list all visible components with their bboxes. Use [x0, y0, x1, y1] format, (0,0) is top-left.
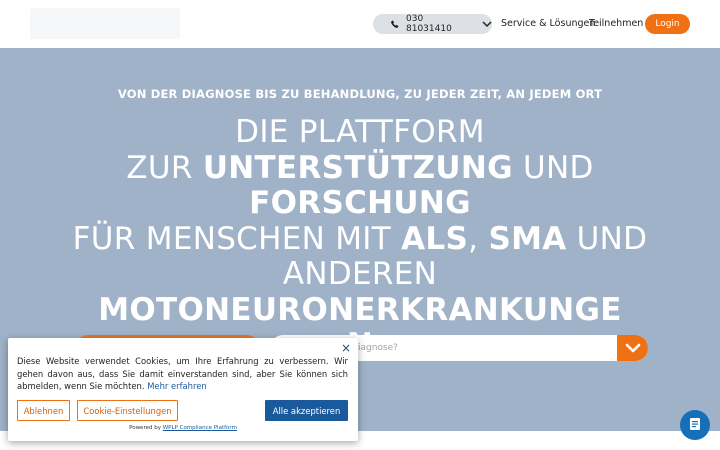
nav-teilnehmen[interactable]: Teilnehmen — [589, 18, 643, 29]
cookie-accept-button[interactable]: Alle akzeptieren — [265, 400, 348, 421]
headline-line-3: FÜR MENSCHEN MIT ALS, SMA UND — [72, 220, 648, 257]
phone-dropdown[interactable]: 030 81031410 — [373, 14, 492, 34]
cookie-settings-button[interactable]: Cookie-Einstellungen — [77, 400, 178, 421]
powered-by-link[interactable]: WPLP Compliance Platform — [163, 425, 237, 431]
cookie-powered-by: Powered by WPLP Compliance Platform — [129, 425, 237, 431]
phone-number: 030 81031410 — [406, 14, 452, 34]
nav-service-loesungen[interactable]: Service & Lösungen — [501, 18, 595, 29]
chat-button[interactable] — [680, 410, 710, 440]
cookie-banner: × Diese Website verwendet Cookies, um Ih… — [8, 338, 358, 441]
search-submit-button[interactable] — [617, 335, 648, 361]
chevron-down-icon — [482, 20, 492, 28]
hero-tagline: VON DER DIAGNOSE BIS ZU BEHANDLUNG, ZU J… — [117, 87, 603, 101]
cookie-decline-button[interactable]: Ablehnen — [17, 400, 70, 421]
chat-icon — [688, 416, 702, 435]
close-icon[interactable]: × — [341, 342, 351, 354]
headline-line-2: ZUR UNTERSTÜTZUNG UND FORSCHUNG — [126, 149, 594, 221]
site-header: 030 81031410 Service & Lösungen Teilnehm… — [0, 0, 720, 48]
login-button[interactable]: Login — [645, 14, 690, 34]
site-logo[interactable] — [30, 8, 180, 39]
cookie-message: Diese Website verwendet Cookies, um Ihre… — [17, 356, 348, 391]
headline-line-1: DIE PLATTFORM — [235, 114, 485, 150]
cookie-more-link[interactable]: Mehr erfahren — [147, 381, 207, 391]
headline-line-4: ANDEREN MOTONEURONERKRANKUNGE — [98, 256, 622, 328]
hero-headline: DIE PLATTFORM ZUR UNTERSTÜTZUNG UND FORS… — [40, 114, 680, 364]
phone-icon — [391, 20, 399, 28]
chevron-down-icon — [625, 339, 641, 358]
